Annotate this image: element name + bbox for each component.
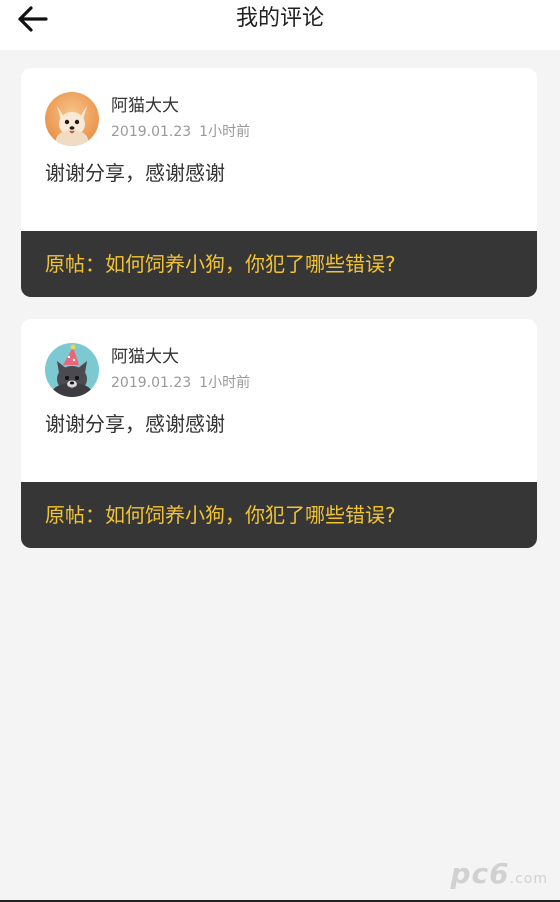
comment-date: 2019.01.23 bbox=[111, 124, 192, 140]
watermark-logo: pc6.com bbox=[451, 857, 548, 890]
origin-post-link[interactable]: 原帖：如何饲养小狗，你犯了哪些错误? bbox=[21, 231, 537, 297]
comment-meta: 2019.01.23 1小时前 bbox=[111, 373, 250, 393]
origin-post-link[interactable]: 原帖：如何饲养小狗，你犯了哪些错误? bbox=[21, 482, 537, 548]
watermark-suffix: .com bbox=[509, 871, 548, 887]
watermark-text: pc6 bbox=[450, 857, 510, 890]
dog-avatar-icon bbox=[45, 92, 99, 146]
top-nav-bar: 我的评论 bbox=[0, 0, 560, 50]
username[interactable]: 阿猫大大 bbox=[111, 94, 179, 118]
comment-content: 谢谢分享，感谢感谢 bbox=[45, 161, 225, 185]
comment-meta: 2019.01.23 1小时前 bbox=[111, 122, 250, 142]
comment-content: 谢谢分享，感谢感谢 bbox=[45, 412, 225, 436]
comment-card[interactable]: 阿猫大大 2019.01.23 1小时前 谢谢分享，感谢感谢 原帖：如何饲养小狗，… bbox=[21, 319, 537, 548]
page-title: 我的评论 bbox=[235, 6, 324, 31]
comment-card[interactable]: 阿猫大大 2019.01.23 1小时前 谢谢分享，感谢感谢 原帖：如何饲养小狗，… bbox=[21, 68, 537, 297]
origin-post-title: 原帖：如何饲养小狗，你犯了哪些错误? bbox=[45, 252, 396, 276]
user-avatar[interactable] bbox=[45, 92, 99, 146]
comment-time-ago: 1小时前 bbox=[199, 124, 251, 140]
username[interactable]: 阿猫大大 bbox=[111, 345, 179, 369]
dog-party-hat-avatar-icon bbox=[45, 343, 99, 397]
comment-time-ago: 1小时前 bbox=[199, 375, 251, 391]
user-avatar[interactable] bbox=[45, 343, 99, 397]
origin-post-title: 原帖：如何饲养小狗，你犯了哪些错误? bbox=[45, 503, 396, 527]
comment-date: 2019.01.23 bbox=[111, 375, 192, 391]
